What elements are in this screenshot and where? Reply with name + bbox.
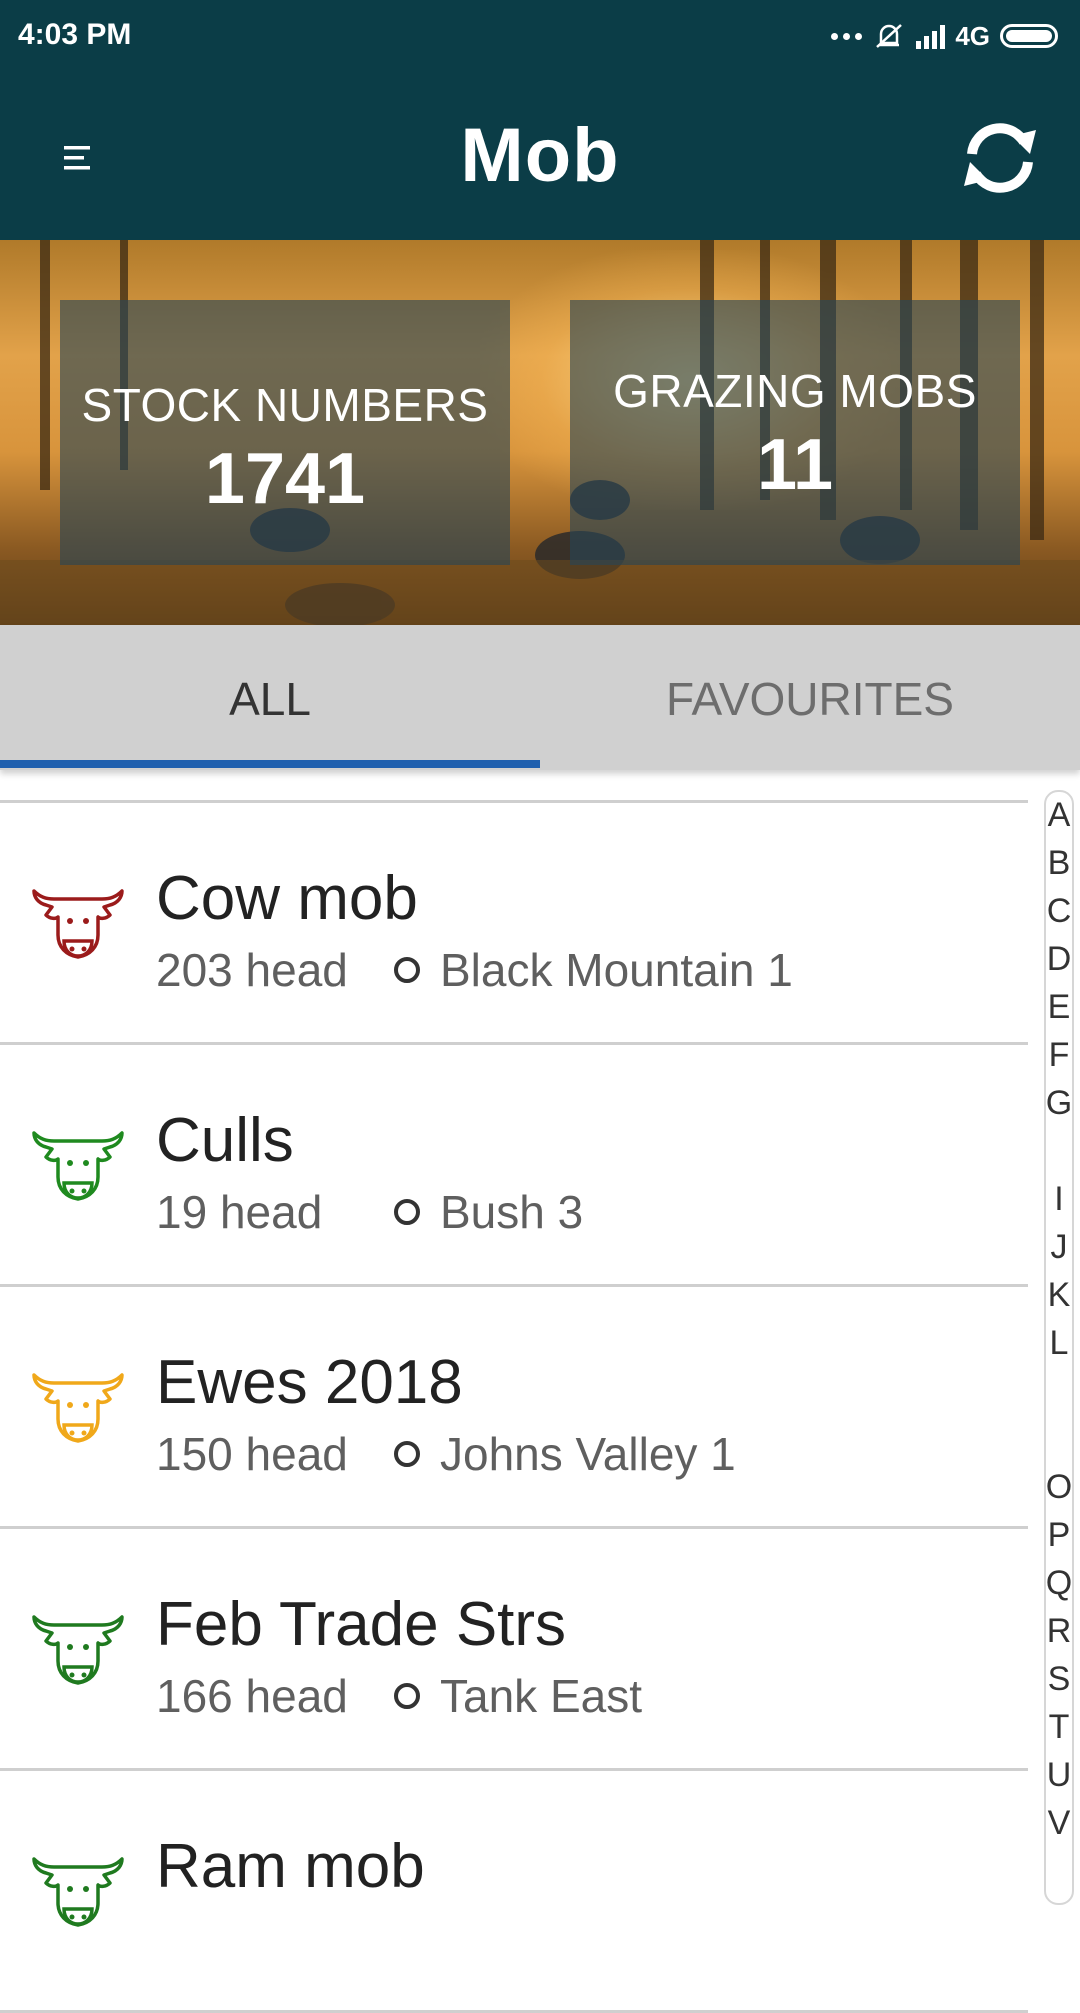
paddock-name: Bush 3 (440, 1186, 584, 1238)
cow-icon (32, 1373, 124, 1443)
mob-name: Feb Trade Strs (156, 1590, 567, 1659)
cow-icon (32, 1857, 124, 1927)
index-letter-t[interactable]: T (1044, 1708, 1074, 1747)
mob-meta: 203 head Black Mountain 1 (156, 943, 793, 997)
paddock-name: Johns Valley 1 (440, 1428, 736, 1480)
page-title: Mob (460, 113, 620, 198)
index-letter-d[interactable]: D (1044, 940, 1074, 979)
index-letter-l[interactable]: L (1044, 1324, 1074, 1363)
mob-name: Culls (156, 1106, 294, 1175)
app-bar: Mob (0, 74, 1080, 240)
index-letter-r[interactable]: R (1044, 1612, 1074, 1651)
sync-icon (964, 123, 1036, 193)
mob-list: Cow mob 203 head Black Mountain 1 Culls … (0, 800, 1028, 2013)
index-letter-k[interactable]: K (1044, 1276, 1074, 1315)
stock-numbers-card: STOCK NUMBERS 1741 (60, 300, 510, 565)
head-count: 166 head (156, 1670, 348, 1722)
paddock-icon (394, 1199, 420, 1225)
mob-name: Ewes 2018 (156, 1348, 463, 1417)
tab-all[interactable]: ALL (0, 625, 540, 770)
cow-icon (32, 1615, 124, 1685)
battery-icon (1000, 24, 1058, 48)
list-item[interactable]: Culls 19 head Bush 3 (0, 1045, 1028, 1287)
mob-meta: 150 head Johns Valley 1 (156, 1427, 736, 1481)
mob-meta: 166 head Tank East (156, 1669, 642, 1723)
mob-name: Cow mob (156, 864, 418, 933)
stock-numbers-label: STOCK NUMBERS (81, 379, 489, 431)
index-letter-b[interactable]: B (1044, 844, 1074, 883)
hero-banner: STOCK NUMBERS 1741 GRAZING MOBS 11 (0, 240, 1080, 625)
paddock-name: Tank East (440, 1670, 642, 1722)
mob-name: Ram mob (156, 1832, 425, 1901)
index-letter-i[interactable]: I (1044, 1180, 1074, 1219)
index-letter-c[interactable]: C (1044, 892, 1074, 931)
cow-icon (32, 889, 124, 959)
index-letter-q[interactable]: Q (1044, 1564, 1074, 1603)
grazing-mobs-value: 11 (756, 425, 834, 505)
stock-numbers-value: 1741 (204, 439, 366, 519)
grazing-mobs-label: GRAZING MOBS (613, 365, 977, 417)
paddock-icon (394, 1441, 420, 1467)
tab-bar: ALL FAVOURITES (0, 625, 1080, 770)
index-letter-s[interactable]: S (1044, 1660, 1074, 1699)
list-item[interactable]: Ram mob (0, 1771, 1028, 2013)
index-letter-f[interactable]: F (1044, 1036, 1074, 1075)
paddock-icon (394, 957, 420, 983)
mute-bell-icon (876, 24, 903, 48)
status-icons: 4G (831, 14, 1058, 58)
list-item[interactable]: Ewes 2018 150 head Johns Valley 1 (0, 1287, 1028, 1529)
head-count: 150 head (156, 1428, 348, 1480)
list-item[interactable]: Feb Trade Strs 166 head Tank East (0, 1529, 1028, 1771)
sync-button[interactable] (956, 114, 1044, 202)
more-notifications-icon (831, 32, 863, 40)
list-item[interactable]: Cow mob 203 head Black Mountain 1 (0, 803, 1028, 1045)
tab-indicator (0, 760, 540, 768)
head-count: 203 head (156, 944, 348, 996)
cow-icon (32, 1131, 124, 1201)
tab-favourites[interactable]: FAVOURITES (540, 625, 1080, 770)
index-letter-a[interactable]: A (1044, 796, 1074, 835)
index-letter-g[interactable]: G (1044, 1084, 1074, 1123)
signal-icon (916, 23, 946, 49)
index-letter-e[interactable]: E (1044, 988, 1074, 1027)
index-letter-v[interactable]: V (1044, 1804, 1074, 1843)
mob-meta: 19 head Bush 3 (156, 1185, 583, 1239)
network-label: 4G (955, 20, 990, 51)
grazing-mobs-card: GRAZING MOBS 11 (570, 300, 1020, 565)
paddock-name: Black Mountain 1 (440, 944, 793, 996)
paddock-icon (394, 1683, 420, 1709)
status-bar: 4:03 PM 4G (0, 0, 1080, 74)
index-letter-u[interactable]: U (1044, 1756, 1074, 1795)
status-time: 4:03 PM (18, 18, 132, 51)
index-letter-j[interactable]: J (1044, 1228, 1074, 1267)
index-letter-p[interactable]: P (1044, 1516, 1074, 1555)
head-count: 19 head (156, 1186, 323, 1238)
index-letter-o[interactable]: O (1044, 1468, 1074, 1507)
